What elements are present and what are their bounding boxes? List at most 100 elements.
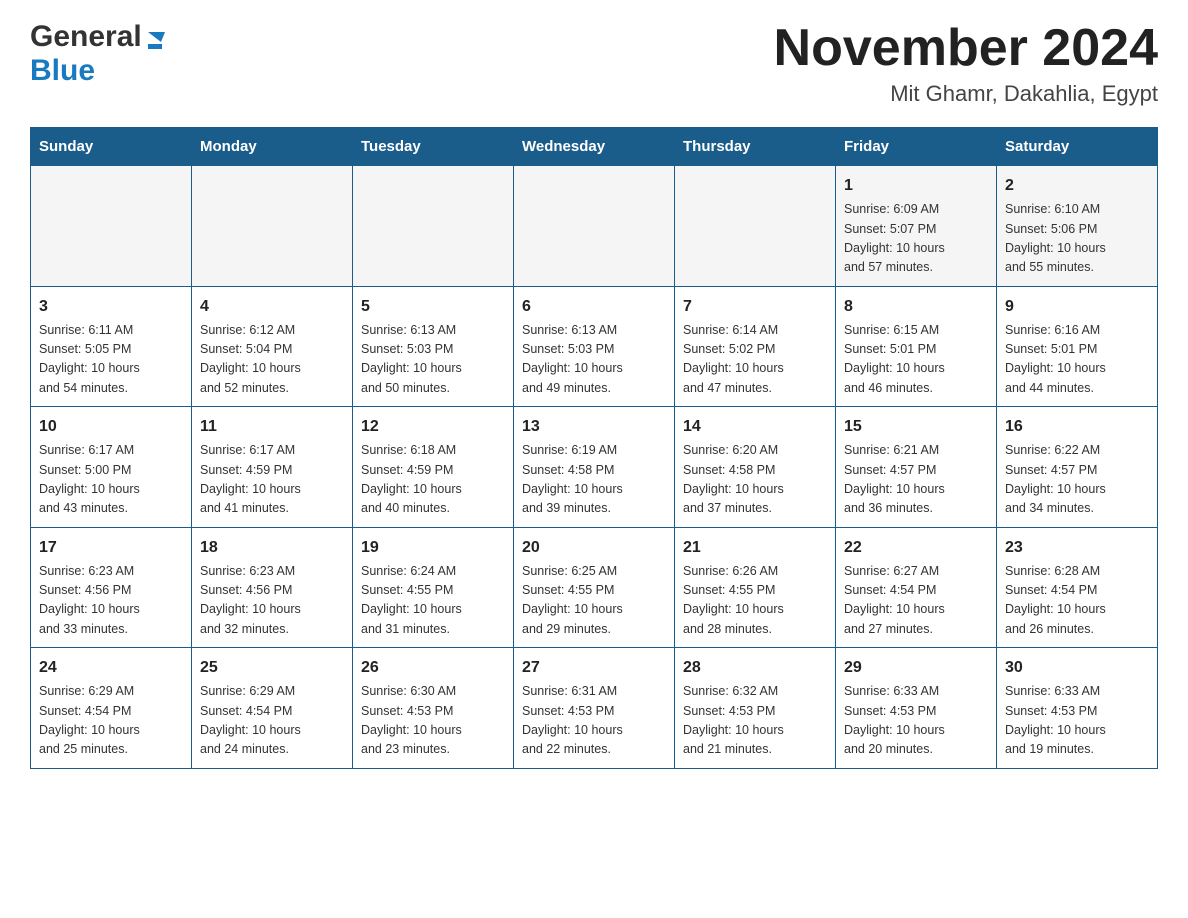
day-info: Sunrise: 6:13 AMSunset: 5:03 PMDaylight:… xyxy=(522,321,666,399)
calendar-day-cell: 2Sunrise: 6:10 AMSunset: 5:06 PMDaylight… xyxy=(997,166,1158,287)
calendar-day-cell: 20Sunrise: 6:25 AMSunset: 4:55 PMDayligh… xyxy=(514,527,675,648)
day-number: 11 xyxy=(200,415,344,439)
calendar-day-cell: 11Sunrise: 6:17 AMSunset: 4:59 PMDayligh… xyxy=(192,407,353,528)
day-of-week-header: Sunday xyxy=(31,128,192,166)
day-info: Sunrise: 6:29 AMSunset: 4:54 PMDaylight:… xyxy=(200,682,344,760)
calendar-day-cell: 15Sunrise: 6:21 AMSunset: 4:57 PMDayligh… xyxy=(836,407,997,528)
day-number: 19 xyxy=(361,536,505,560)
day-number: 5 xyxy=(361,295,505,319)
day-info: Sunrise: 6:13 AMSunset: 5:03 PMDaylight:… xyxy=(361,321,505,399)
day-info: Sunrise: 6:32 AMSunset: 4:53 PMDaylight:… xyxy=(683,682,827,760)
day-number: 12 xyxy=(361,415,505,439)
calendar-day-cell xyxy=(514,166,675,287)
day-info: Sunrise: 6:17 AMSunset: 5:00 PMDaylight:… xyxy=(39,441,183,519)
day-number: 13 xyxy=(522,415,666,439)
day-info: Sunrise: 6:23 AMSunset: 4:56 PMDaylight:… xyxy=(200,562,344,640)
calendar-day-cell: 21Sunrise: 6:26 AMSunset: 4:55 PMDayligh… xyxy=(675,527,836,648)
calendar-week-row: 10Sunrise: 6:17 AMSunset: 5:00 PMDayligh… xyxy=(31,407,1158,528)
day-info: Sunrise: 6:25 AMSunset: 4:55 PMDaylight:… xyxy=(522,562,666,640)
day-number: 15 xyxy=(844,415,988,439)
day-number: 1 xyxy=(844,174,988,198)
day-info: Sunrise: 6:23 AMSunset: 4:56 PMDaylight:… xyxy=(39,562,183,640)
calendar-day-cell: 19Sunrise: 6:24 AMSunset: 4:55 PMDayligh… xyxy=(353,527,514,648)
logo-blue-text: Blue xyxy=(30,54,95,87)
day-info: Sunrise: 6:21 AMSunset: 4:57 PMDaylight:… xyxy=(844,441,988,519)
day-of-week-header: Thursday xyxy=(675,128,836,166)
day-number: 18 xyxy=(200,536,344,560)
calendar-table: SundayMondayTuesdayWednesdayThursdayFrid… xyxy=(30,127,1158,769)
day-number: 25 xyxy=(200,656,344,680)
calendar-week-row: 17Sunrise: 6:23 AMSunset: 4:56 PMDayligh… xyxy=(31,527,1158,648)
day-number: 3 xyxy=(39,295,183,319)
calendar-day-cell: 24Sunrise: 6:29 AMSunset: 4:54 PMDayligh… xyxy=(31,648,192,769)
calendar-header-row: SundayMondayTuesdayWednesdayThursdayFrid… xyxy=(31,128,1158,166)
day-number: 29 xyxy=(844,656,988,680)
page-header: General Blue November 2024 Mit Ghamr, Da… xyxy=(30,20,1158,107)
calendar-day-cell: 12Sunrise: 6:18 AMSunset: 4:59 PMDayligh… xyxy=(353,407,514,528)
calendar-day-cell: 4Sunrise: 6:12 AMSunset: 5:04 PMDaylight… xyxy=(192,286,353,407)
calendar-day-cell xyxy=(31,166,192,287)
calendar-week-row: 1Sunrise: 6:09 AMSunset: 5:07 PMDaylight… xyxy=(31,166,1158,287)
calendar-day-cell: 14Sunrise: 6:20 AMSunset: 4:58 PMDayligh… xyxy=(675,407,836,528)
day-number: 30 xyxy=(1005,656,1149,680)
month-title: November 2024 xyxy=(774,20,1158,77)
day-info: Sunrise: 6:14 AMSunset: 5:02 PMDaylight:… xyxy=(683,321,827,399)
calendar-day-cell: 18Sunrise: 6:23 AMSunset: 4:56 PMDayligh… xyxy=(192,527,353,648)
day-info: Sunrise: 6:30 AMSunset: 4:53 PMDaylight:… xyxy=(361,682,505,760)
day-number: 28 xyxy=(683,656,827,680)
calendar-day-cell: 22Sunrise: 6:27 AMSunset: 4:54 PMDayligh… xyxy=(836,527,997,648)
day-number: 20 xyxy=(522,536,666,560)
day-info: Sunrise: 6:24 AMSunset: 4:55 PMDaylight:… xyxy=(361,562,505,640)
day-info: Sunrise: 6:31 AMSunset: 4:53 PMDaylight:… xyxy=(522,682,666,760)
calendar-day-cell: 8Sunrise: 6:15 AMSunset: 5:01 PMDaylight… xyxy=(836,286,997,407)
day-number: 14 xyxy=(683,415,827,439)
day-number: 4 xyxy=(200,295,344,319)
day-of-week-header: Wednesday xyxy=(514,128,675,166)
day-info: Sunrise: 6:18 AMSunset: 4:59 PMDaylight:… xyxy=(361,441,505,519)
day-info: Sunrise: 6:26 AMSunset: 4:55 PMDaylight:… xyxy=(683,562,827,640)
calendar-day-cell: 9Sunrise: 6:16 AMSunset: 5:01 PMDaylight… xyxy=(997,286,1158,407)
calendar-day-cell: 13Sunrise: 6:19 AMSunset: 4:58 PMDayligh… xyxy=(514,407,675,528)
calendar-day-cell: 5Sunrise: 6:13 AMSunset: 5:03 PMDaylight… xyxy=(353,286,514,407)
calendar-day-cell: 28Sunrise: 6:32 AMSunset: 4:53 PMDayligh… xyxy=(675,648,836,769)
day-of-week-header: Friday xyxy=(836,128,997,166)
day-info: Sunrise: 6:10 AMSunset: 5:06 PMDaylight:… xyxy=(1005,200,1149,278)
logo-flag-icon xyxy=(145,28,167,54)
day-number: 27 xyxy=(522,656,666,680)
day-number: 8 xyxy=(844,295,988,319)
calendar-day-cell: 7Sunrise: 6:14 AMSunset: 5:02 PMDaylight… xyxy=(675,286,836,407)
day-number: 17 xyxy=(39,536,183,560)
day-info: Sunrise: 6:29 AMSunset: 4:54 PMDaylight:… xyxy=(39,682,183,760)
day-info: Sunrise: 6:22 AMSunset: 4:57 PMDaylight:… xyxy=(1005,441,1149,519)
calendar-day-cell: 25Sunrise: 6:29 AMSunset: 4:54 PMDayligh… xyxy=(192,648,353,769)
day-number: 24 xyxy=(39,656,183,680)
logo: General Blue xyxy=(30,20,167,88)
calendar-day-cell: 26Sunrise: 6:30 AMSunset: 4:53 PMDayligh… xyxy=(353,648,514,769)
calendar-day-cell: 3Sunrise: 6:11 AMSunset: 5:05 PMDaylight… xyxy=(31,286,192,407)
day-number: 2 xyxy=(1005,174,1149,198)
day-number: 7 xyxy=(683,295,827,319)
day-info: Sunrise: 6:28 AMSunset: 4:54 PMDaylight:… xyxy=(1005,562,1149,640)
logo-general-text: General xyxy=(30,20,142,54)
day-of-week-header: Monday xyxy=(192,128,353,166)
title-section: November 2024 Mit Ghamr, Dakahlia, Egypt xyxy=(774,20,1158,107)
day-info: Sunrise: 6:33 AMSunset: 4:53 PMDaylight:… xyxy=(844,682,988,760)
calendar-day-cell: 23Sunrise: 6:28 AMSunset: 4:54 PMDayligh… xyxy=(997,527,1158,648)
calendar-week-row: 24Sunrise: 6:29 AMSunset: 4:54 PMDayligh… xyxy=(31,648,1158,769)
calendar-week-row: 3Sunrise: 6:11 AMSunset: 5:05 PMDaylight… xyxy=(31,286,1158,407)
calendar-day-cell: 16Sunrise: 6:22 AMSunset: 4:57 PMDayligh… xyxy=(997,407,1158,528)
calendar-day-cell: 29Sunrise: 6:33 AMSunset: 4:53 PMDayligh… xyxy=(836,648,997,769)
calendar-day-cell xyxy=(353,166,514,287)
day-info: Sunrise: 6:16 AMSunset: 5:01 PMDaylight:… xyxy=(1005,321,1149,399)
day-info: Sunrise: 6:11 AMSunset: 5:05 PMDaylight:… xyxy=(39,321,183,399)
day-of-week-header: Tuesday xyxy=(353,128,514,166)
day-info: Sunrise: 6:17 AMSunset: 4:59 PMDaylight:… xyxy=(200,441,344,519)
day-info: Sunrise: 6:12 AMSunset: 5:04 PMDaylight:… xyxy=(200,321,344,399)
day-number: 26 xyxy=(361,656,505,680)
day-info: Sunrise: 6:15 AMSunset: 5:01 PMDaylight:… xyxy=(844,321,988,399)
day-info: Sunrise: 6:27 AMSunset: 4:54 PMDaylight:… xyxy=(844,562,988,640)
calendar-day-cell: 30Sunrise: 6:33 AMSunset: 4:53 PMDayligh… xyxy=(997,648,1158,769)
day-info: Sunrise: 6:20 AMSunset: 4:58 PMDaylight:… xyxy=(683,441,827,519)
calendar-day-cell: 17Sunrise: 6:23 AMSunset: 4:56 PMDayligh… xyxy=(31,527,192,648)
day-number: 23 xyxy=(1005,536,1149,560)
